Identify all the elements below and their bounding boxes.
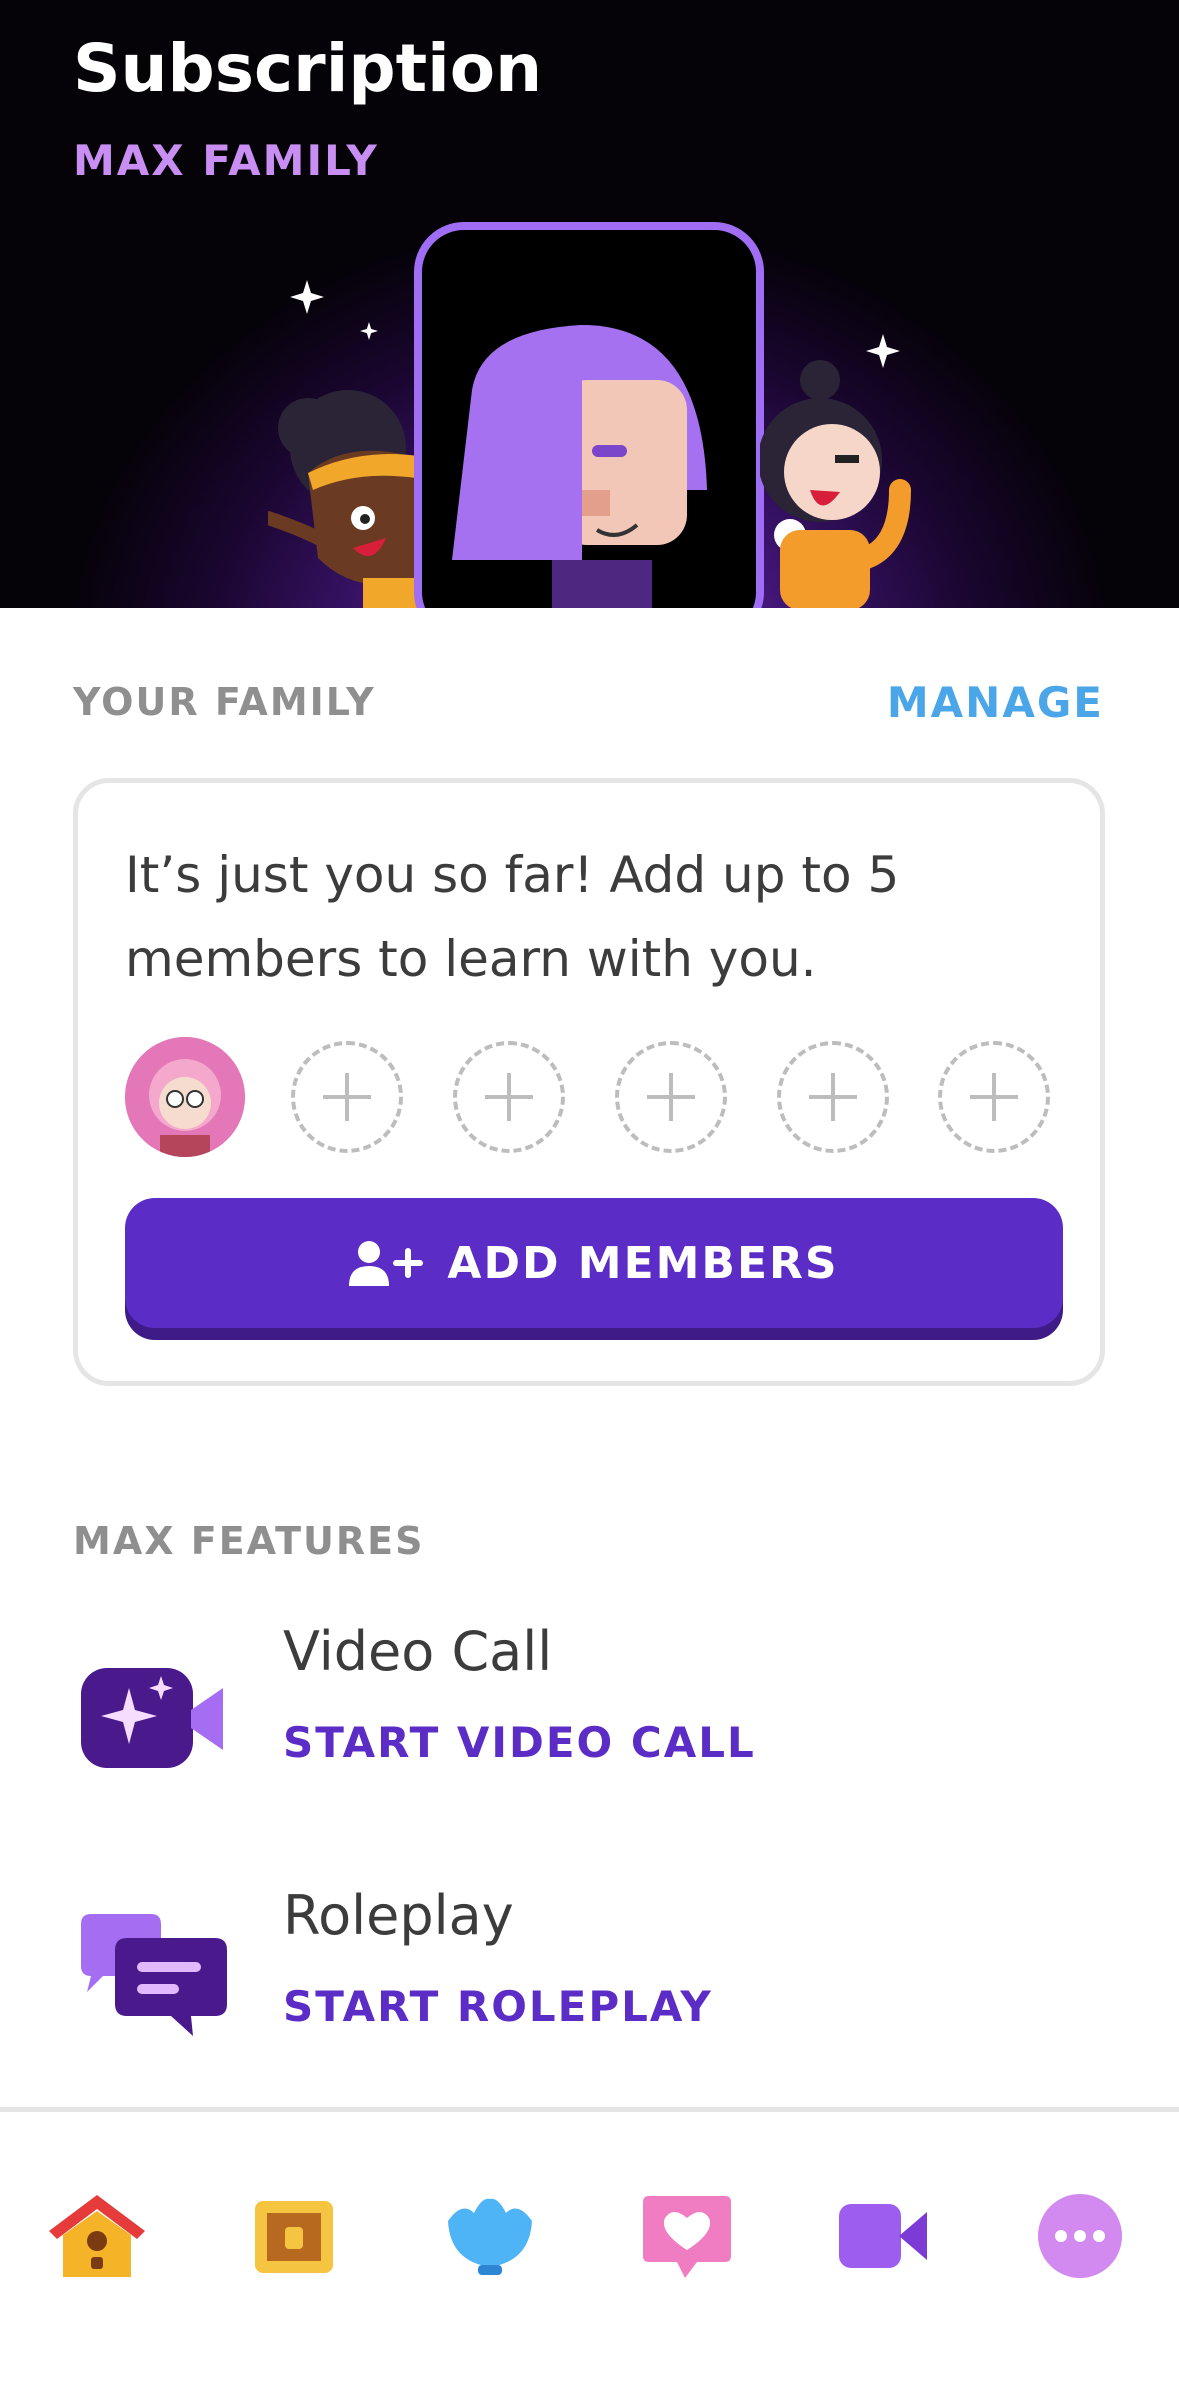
- start-video-call-link[interactable]: START VIDEO CALL: [283, 1718, 756, 1767]
- sparkle-icon: [360, 322, 378, 340]
- empty-member-slot[interactable]: [777, 1041, 889, 1153]
- add-members-button[interactable]: ADD MEMBERS: [125, 1198, 1063, 1328]
- empty-member-slot[interactable]: [453, 1041, 565, 1153]
- plan-name: MAX FAMILY: [73, 136, 379, 185]
- feature-title: Video Call: [283, 1620, 553, 1683]
- user-avatar-illustration: [125, 1037, 245, 1157]
- shell-icon: [448, 2198, 532, 2275]
- sparkle-icon: [290, 280, 324, 314]
- tab-home[interactable]: [37, 2176, 157, 2296]
- feature-video-call: Video Call START VIDEO CALL: [73, 1620, 1113, 1800]
- empty-member-slot[interactable]: [938, 1041, 1050, 1153]
- empty-member-slot[interactable]: [291, 1041, 403, 1153]
- tab-shell[interactable]: [430, 2176, 550, 2296]
- tab-more[interactable]: [1020, 2176, 1140, 2296]
- family-card: It’s just you so far! Add up to 5 member…: [73, 778, 1105, 1386]
- character-left-illustration: [268, 390, 433, 608]
- hero-banner: Subscription MAX FAMILY: [0, 0, 1179, 608]
- home-icon: [49, 2195, 145, 2277]
- feature-roleplay: Roleplay START ROLEPLAY: [73, 1884, 1113, 2064]
- heart-chat-icon: [643, 2196, 731, 2278]
- manage-link[interactable]: MANAGE: [887, 678, 1104, 727]
- avatar[interactable]: [125, 1037, 245, 1157]
- page-title: Subscription: [73, 30, 543, 107]
- tab-video-call[interactable]: [823, 2176, 943, 2296]
- video-sparkle-icon: [81, 1668, 223, 1768]
- member-avatars: [125, 1037, 1065, 1157]
- add-members-label: ADD MEMBERS: [447, 1237, 839, 1289]
- more-icon: [1038, 2194, 1122, 2278]
- chat-bubbles-icon: [81, 1914, 227, 2036]
- tab-heart-chat[interactable]: [627, 2176, 747, 2296]
- add-person-icon: [349, 1241, 424, 1286]
- chest-icon: [255, 2201, 333, 2273]
- your-family-label: YOUR FAMILY: [73, 680, 376, 724]
- max-features-label: MAX FEATURES: [73, 1519, 425, 1563]
- video-camera-icon: [839, 2204, 927, 2268]
- tab-chest[interactable]: [234, 2176, 354, 2296]
- empty-member-slot[interactable]: [615, 1041, 727, 1153]
- character-right-illustration: [760, 360, 911, 608]
- feature-title: Roleplay: [283, 1884, 514, 1947]
- character-lily-illustration: [452, 325, 707, 608]
- bottom-tab-bar: [0, 2112, 1179, 2396]
- start-roleplay-link[interactable]: START ROLEPLAY: [283, 1982, 713, 2031]
- family-message: It’s just you so far! Add up to 5 member…: [125, 846, 900, 988]
- phone-illustration: [414, 222, 764, 608]
